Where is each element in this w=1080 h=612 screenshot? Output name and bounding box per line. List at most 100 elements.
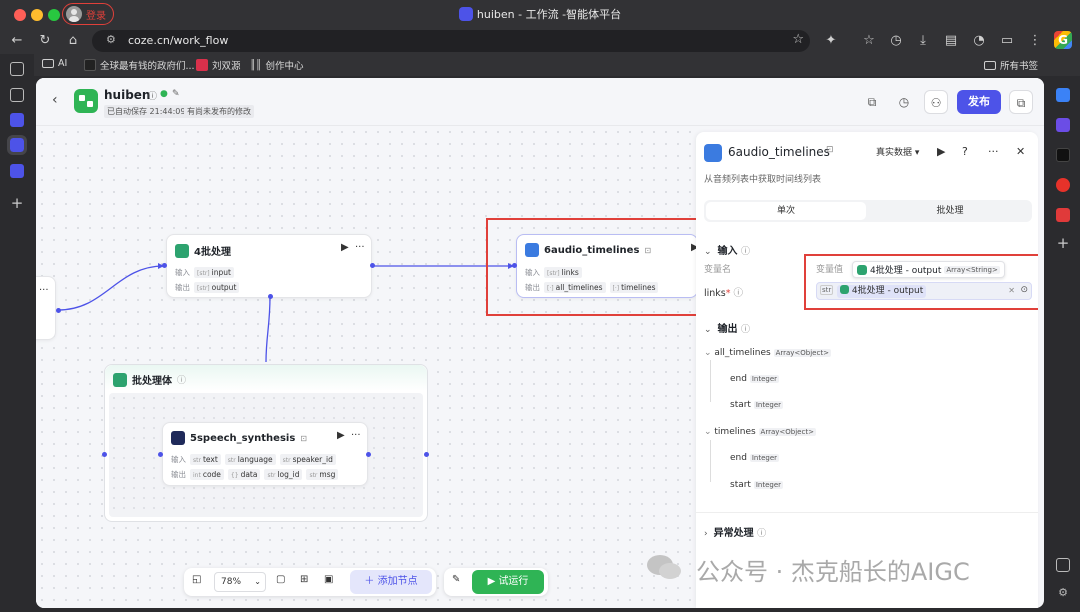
info-icon[interactable]: ⓘ (741, 325, 750, 335)
input-port[interactable] (162, 263, 167, 268)
tag-icon[interactable] (1056, 88, 1070, 102)
run-node-icon[interactable]: ▶ (337, 430, 345, 441)
coze-tab-icon[interactable] (10, 164, 24, 178)
minimap-icon[interactable]: ▣ (324, 574, 333, 585)
unpublished-status: 有尚未发布的修改 (184, 105, 254, 118)
favorites-icon[interactable]: ☆ (860, 32, 878, 50)
tiktok-icon[interactable] (1056, 148, 1070, 162)
reload-icon[interactable]: ↻ (36, 32, 54, 50)
more-icon[interactable]: ··· (355, 242, 365, 253)
mouse-mode-icon[interactable]: ◱ (192, 574, 201, 585)
bookmark-creation-center[interactable]: ║║ 创作中心 (250, 58, 303, 73)
speech-synthesis-node[interactable]: 5speech_synthesis ⊡ ▶ ··· 输入 str text str l… (162, 422, 368, 486)
app-icon[interactable] (1056, 208, 1070, 222)
output-child: start Integer (730, 400, 784, 410)
close-icon[interactable]: ✕ (1016, 145, 1025, 158)
copy-icon[interactable]: ⧉ (860, 90, 884, 114)
reading-list-icon[interactable]: ▤ (942, 32, 960, 50)
split-view-icon[interactable] (1056, 558, 1070, 572)
weibo-icon[interactable] (1056, 178, 1070, 192)
home-icon[interactable]: ⌂ (64, 32, 82, 50)
start-node[interactable]: ··· (36, 276, 56, 340)
info-icon[interactable]: ⓘ (741, 247, 750, 257)
download-icon[interactable]: ⤓ (914, 32, 932, 50)
duplicate-icon[interactable]: ⧉ (1009, 90, 1033, 114)
batch-port[interactable] (268, 294, 273, 299)
address-bar[interactable]: ⚙ coze.cn/work_flow ☆ (92, 30, 810, 52)
publish-button[interactable]: 发布 (957, 90, 1001, 114)
real-data-toggle[interactable]: 真实数据 ▾ (876, 145, 919, 158)
wallet-icon[interactable]: ▭ (998, 32, 1016, 50)
run-node-icon[interactable]: ▶ (341, 242, 349, 253)
output-section-header[interactable]: ⌄ 输出 ⓘ (704, 320, 750, 335)
bookmark-liu[interactable]: 刘双源 (196, 58, 241, 72)
collaborator-icon[interactable]: ⚇ (924, 90, 948, 114)
plugin-icon (704, 144, 722, 162)
autosave-status: 已自动保存 21:44:09 (104, 105, 189, 118)
bookmark-richest-gov[interactable]: 全球最有钱的政府们... (84, 58, 195, 72)
workflow-canvas[interactable]: ··· 4批处理 ▶ ··· 输入 [str] input 输出 [str] outpu… (36, 126, 714, 608)
highlight-annotation (804, 254, 1038, 310)
bookmark-star-icon[interactable]: ☆ (792, 32, 804, 47)
run-mode-tabs: 单次 批处理 (704, 200, 1032, 222)
input-section-header[interactable]: ⌄ 输入 ⓘ (704, 242, 750, 257)
more-icon[interactable]: ··· (351, 430, 361, 441)
tabs-icon[interactable] (10, 62, 24, 76)
run-node-icon[interactable]: ▶ (937, 145, 945, 158)
edge-start-to-batch (57, 265, 165, 311)
exception-section-header[interactable]: › 异常处理 ⓘ (704, 524, 766, 539)
input-port[interactable] (102, 452, 107, 457)
performance-icon[interactable]: ◔ (970, 32, 988, 50)
output-port[interactable] (424, 452, 429, 457)
test-run-button[interactable]: ▶ 试运行 (472, 570, 544, 594)
history-icon[interactable]: ◷ (887, 32, 905, 50)
more-icon[interactable]: ··· (39, 285, 49, 296)
input-chip: str speaker_id (279, 454, 336, 465)
bookmark-all[interactable]: 所有书签 (984, 58, 1038, 72)
edit-icon[interactable]: ✎ (172, 89, 180, 99)
back-arrow-icon[interactable]: ← (8, 32, 26, 50)
coze-tab-active-icon[interactable] (7, 135, 27, 155)
output-child: start Integer (730, 480, 784, 490)
output-port[interactable] (370, 263, 375, 268)
canvas-toolbar: ◱ 78% ⌄ ▢ ⊞ ▣ ＋ 添加节点 (184, 568, 436, 596)
play-icon: ▶ (487, 576, 499, 587)
output-port[interactable] (366, 452, 371, 457)
help-icon[interactable]: ? (962, 145, 968, 158)
bookmarks-bar: AI 全球最有钱的政府们... 刘双源 ║║ 创作中心 所有书签 (0, 54, 1080, 76)
comment-icon[interactable]: ▢ (276, 574, 285, 585)
coze-tab-icon[interactable] (10, 113, 24, 127)
info-icon[interactable]: ⓘ (148, 89, 157, 102)
menu-dots-icon[interactable]: ⋮ (1026, 32, 1044, 50)
output-item[interactable]: ⌄ timelines Array<Object> (704, 427, 816, 437)
collections-icon[interactable] (10, 88, 24, 102)
settings-gear-icon[interactable]: ⚙ (1056, 586, 1070, 600)
info-icon[interactable]: ⓘ (734, 288, 744, 299)
add-icon[interactable]: + (1056, 236, 1070, 251)
plus-icon: ＋ (364, 576, 378, 587)
input-var-name: links* ⓘ (704, 288, 744, 299)
output-port[interactable] (56, 308, 61, 313)
add-node-button[interactable]: ＋ 添加节点 (350, 570, 432, 594)
debug-icon[interactable]: ✎ (452, 574, 460, 585)
output-item[interactable]: ⌄ all_timelines Array<Object> (704, 348, 831, 358)
info-icon[interactable]: ⓘ (177, 373, 186, 386)
plugin-tag-icon: ⊡ (300, 433, 307, 443)
add-tab-icon[interactable]: + (10, 196, 24, 211)
tab-single[interactable]: 单次 (706, 202, 866, 220)
extension-icon[interactable] (1056, 118, 1070, 132)
back-chevron-icon[interactable]: ‹ (52, 92, 58, 108)
layout-icon[interactable]: ⊞ (300, 574, 308, 585)
extensions-icon[interactable]: ✦ (822, 32, 840, 50)
google-icon[interactable]: G (1054, 31, 1072, 49)
more-icon[interactable]: ··· (988, 145, 999, 158)
chevron-right-icon: › (704, 529, 708, 539)
input-port[interactable] (158, 452, 163, 457)
zoom-select[interactable]: 78% ⌄ (214, 572, 266, 592)
info-icon[interactable]: ⓘ (757, 529, 766, 539)
site-settings-icon[interactable]: ⚙ (106, 33, 116, 46)
bookmark-ai[interactable]: AI (42, 58, 67, 69)
history-icon[interactable]: ◷ (892, 90, 916, 114)
tab-batch[interactable]: 批处理 (870, 202, 1030, 220)
batch-node[interactable]: 4批处理 ▶ ··· 输入 [str] input 输出 [str] output (166, 234, 372, 298)
